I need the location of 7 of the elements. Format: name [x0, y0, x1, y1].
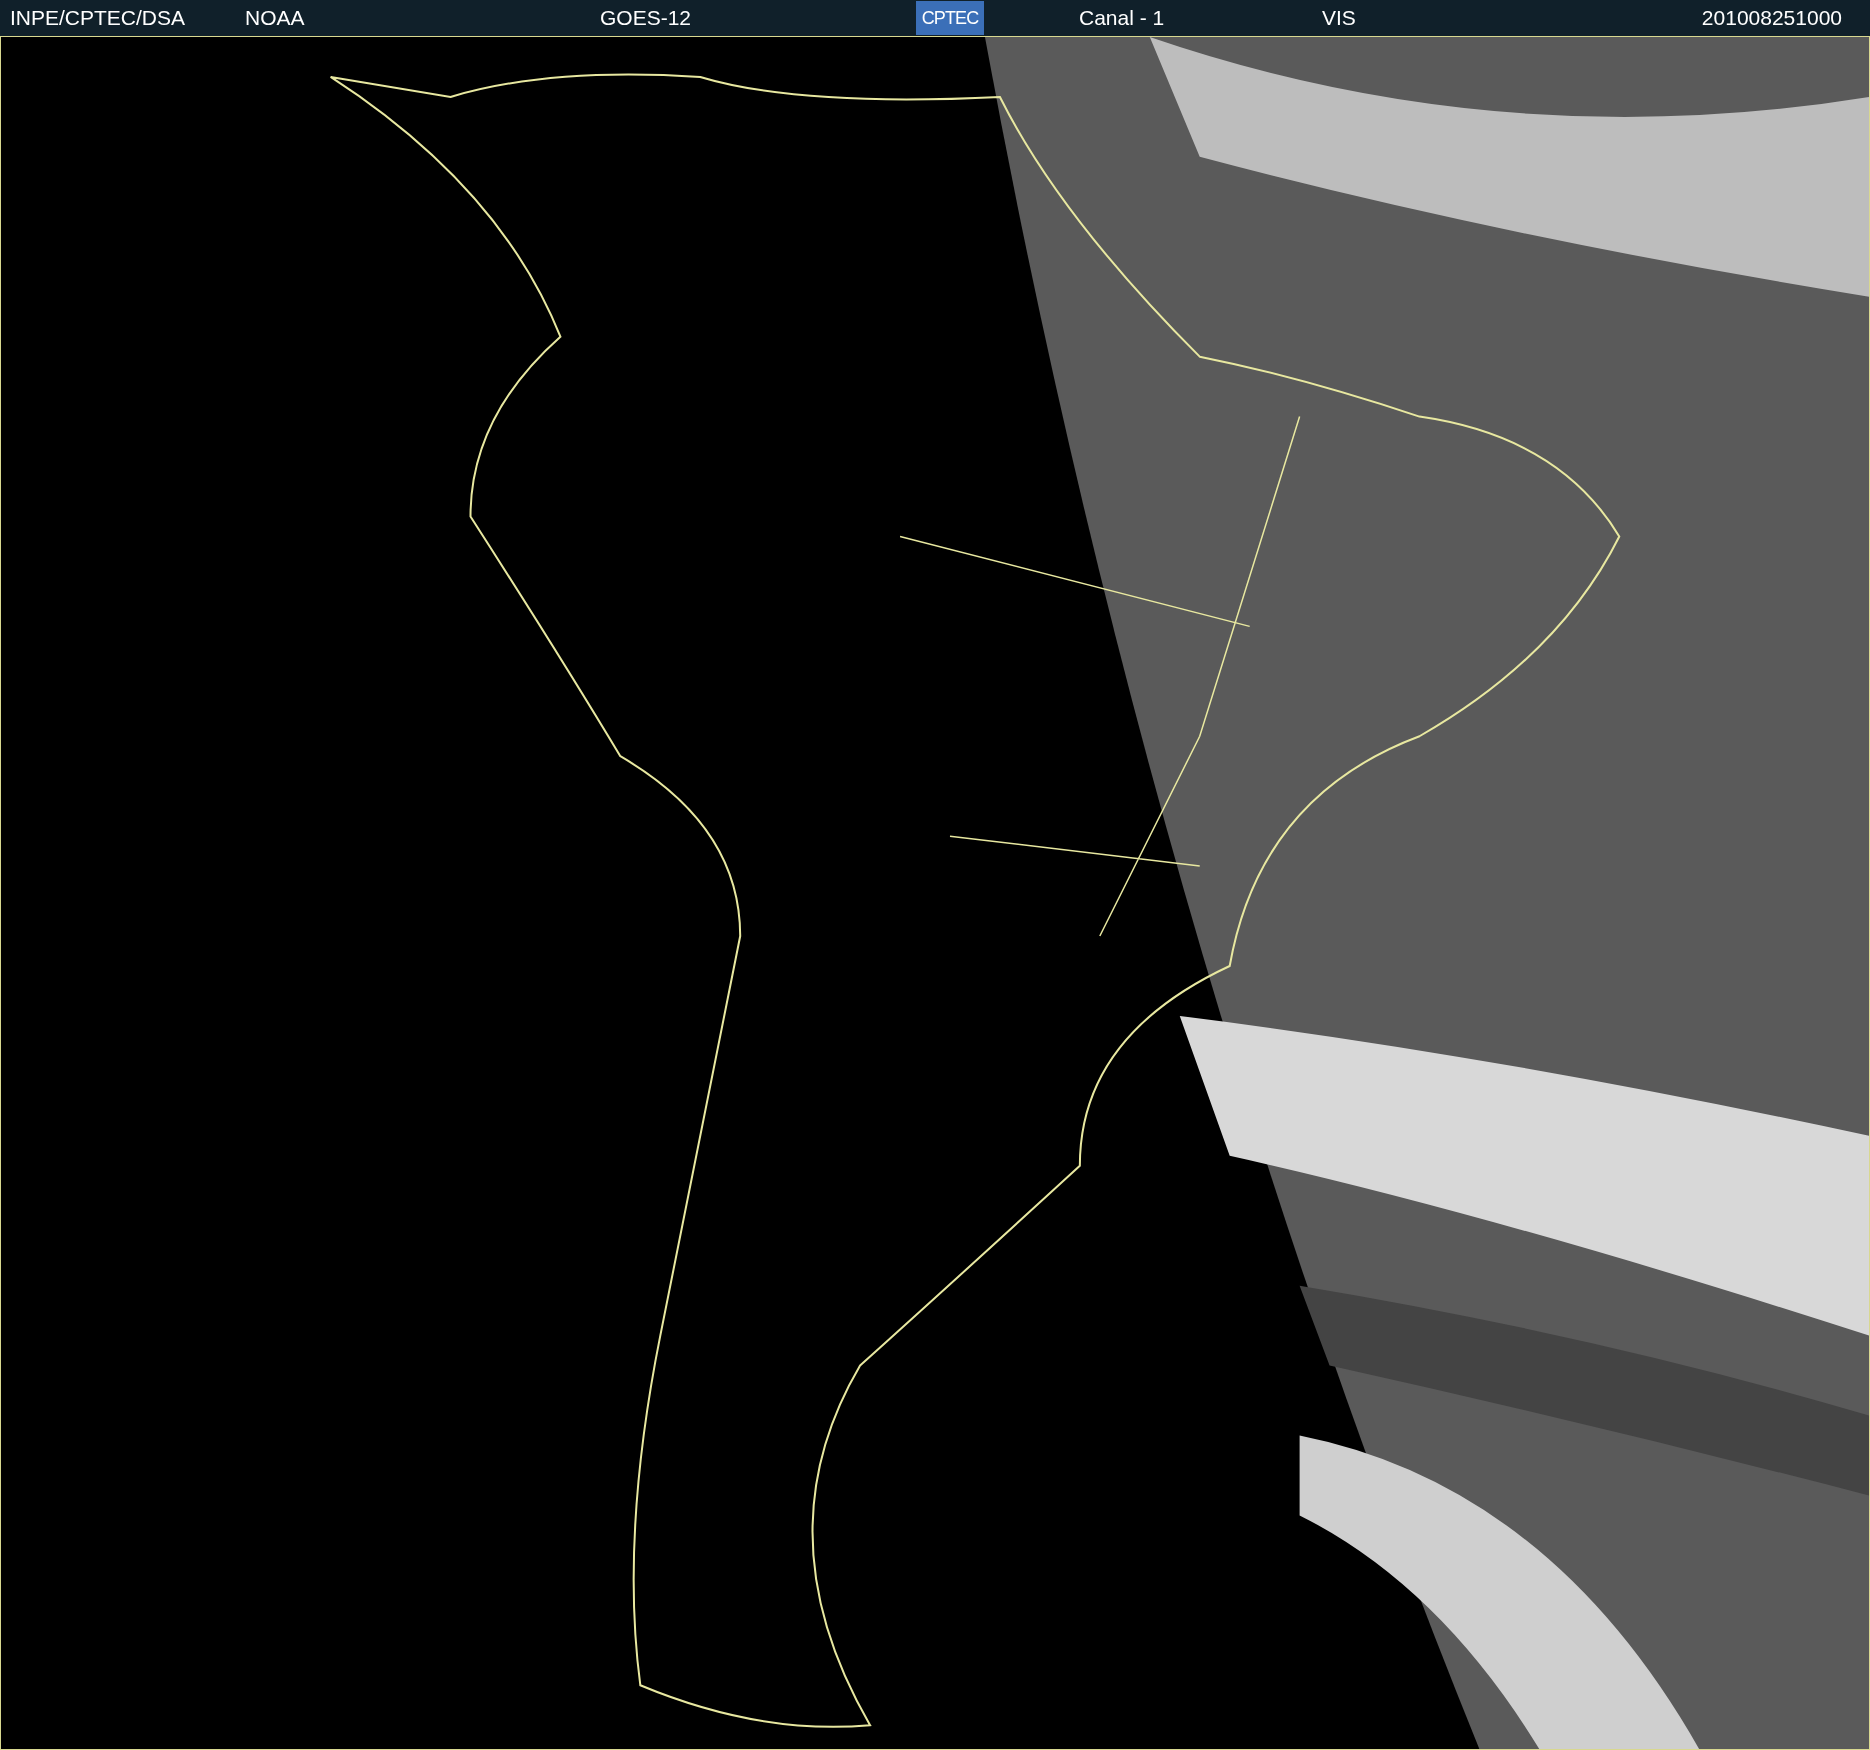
timestamp-label: 201008251000: [1701, 5, 1842, 32]
source-label: INPE/CPTEC/DSA: [10, 5, 187, 32]
band-label: VIS: [1322, 5, 1357, 32]
channel-label: Canal - 1: [1079, 5, 1166, 32]
logo: CPTEC: [916, 1, 984, 35]
agency-label: NOAA: [245, 5, 306, 32]
satellite-label: GOES-12: [600, 5, 693, 32]
